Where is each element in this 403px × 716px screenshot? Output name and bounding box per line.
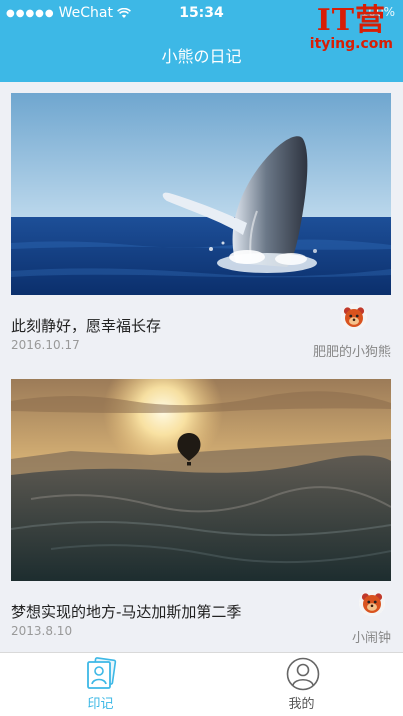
- entry-caption[interactable]: 此刻静好，愿幸福长存: [11, 315, 161, 336]
- tab-profile-label: 我的: [288, 697, 315, 712]
- entry-author[interactable]: 小闹钟: [352, 627, 391, 646]
- watermark-logo: IT营 itying.com: [309, 3, 393, 53]
- bear-avatar-icon[interactable]: [341, 304, 367, 330]
- bear-avatar-icon[interactable]: [359, 590, 385, 616]
- tab-journal-label: 印记: [87, 697, 114, 712]
- entry-date: 2016.10.17: [11, 338, 80, 352]
- diary-entry[interactable]: 梦想实现的地方-马达加斯加第二季 2013.8.10 小闹钟: [11, 379, 391, 646]
- watermark-logo-text: IT营: [316, 3, 387, 38]
- user-icon: [286, 657, 320, 691]
- tab-profile[interactable]: 我的: [201, 653, 402, 716]
- watermark-site-text: itying.com: [309, 36, 393, 52]
- diary-entry[interactable]: 此刻静好，愿幸福长存 2016.10.17 肥肥的小狗熊: [11, 93, 391, 360]
- photos-icon: [87, 657, 117, 689]
- tab-bar: 印记 我的: [0, 652, 403, 716]
- entry-date: 2013.8.10: [11, 624, 73, 638]
- entry-author[interactable]: 肥肥的小狗熊: [313, 341, 391, 360]
- tab-journal[interactable]: 印记: [0, 653, 201, 716]
- entry-caption[interactable]: 梦想实现的地方-马达加斯加第二季: [11, 601, 241, 622]
- diary-list[interactable]: 此刻静好，愿幸福长存 2016.10.17 肥肥的小狗熊 梦想实现的地方-马达加…: [0, 82, 403, 652]
- whale-breaching-ocean-image[interactable]: [11, 93, 391, 295]
- hot-air-balloon-sunset-image[interactable]: [11, 379, 391, 581]
